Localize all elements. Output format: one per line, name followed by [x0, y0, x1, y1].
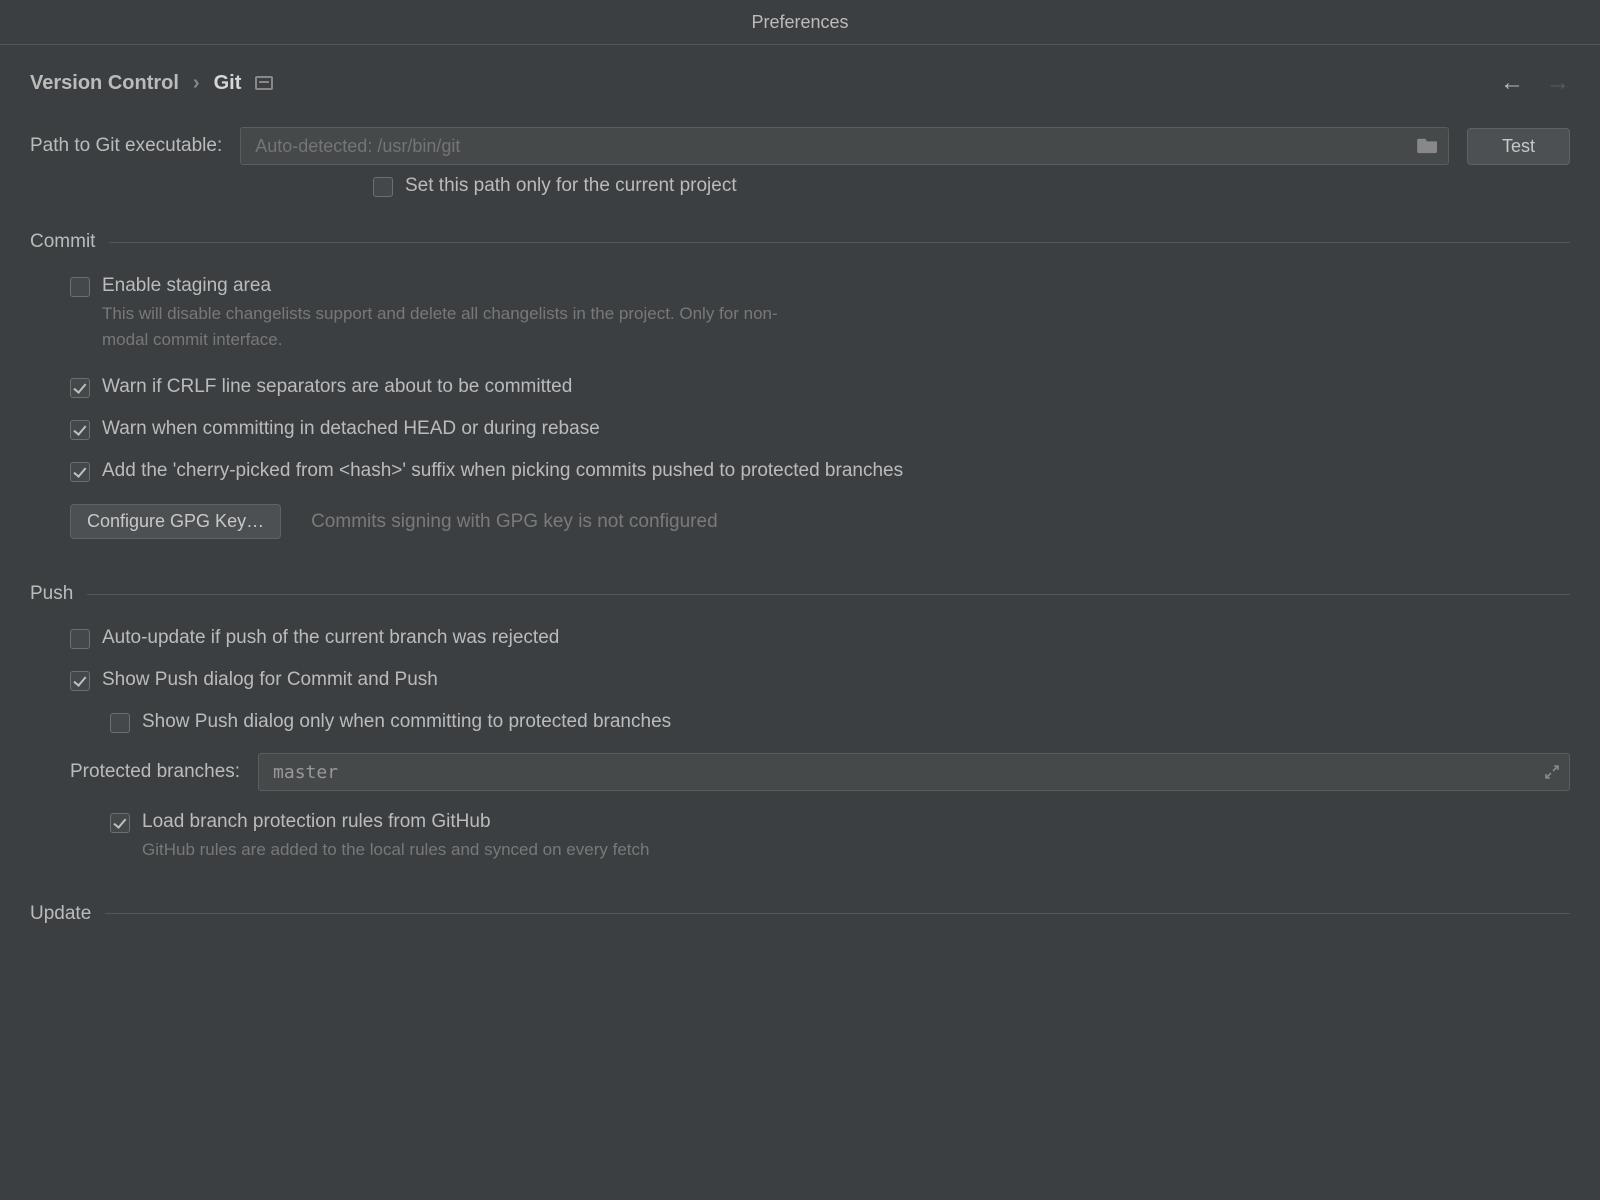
update-section-header: Update	[30, 903, 1570, 925]
breadcrumb: Version Control › Git ← →	[30, 71, 1570, 95]
breadcrumb-current: Git	[214, 72, 242, 95]
enable-staging-row: Enable staging area This will disable ch…	[70, 275, 1570, 352]
commit-section-header: Commit	[30, 231, 1570, 253]
warn-detached-checkbox[interactable]	[70, 420, 90, 440]
set-path-project-checkbox[interactable]	[373, 177, 393, 197]
auto-update-row: Auto-update if push of the current branc…	[70, 627, 1570, 649]
git-path-input[interactable]	[240, 127, 1449, 165]
protected-branches-row: Protected branches:	[70, 753, 1570, 791]
configure-gpg-button[interactable]: Configure GPG Key…	[70, 504, 281, 539]
load-github-rules-label: Load branch protection rules from GitHub	[142, 811, 491, 832]
show-push-dialog-label: Show Push dialog for Commit and Push	[102, 669, 438, 691]
git-path-input-wrapper	[240, 127, 1449, 165]
window-title: Preferences	[751, 12, 848, 33]
divider	[109, 242, 1570, 243]
show-push-dialog-checkbox[interactable]	[70, 671, 90, 691]
show-push-dialog-row: Show Push dialog for Commit and Push	[70, 669, 1570, 691]
warn-detached-row: Warn when committing in detached HEAD or…	[70, 418, 1570, 440]
warn-detached-label: Warn when committing in detached HEAD or…	[102, 418, 600, 440]
commit-section-title: Commit	[30, 231, 95, 253]
load-github-rules-checkbox[interactable]	[110, 813, 130, 833]
load-github-rules-hint: GitHub rules are added to the local rule…	[142, 837, 649, 863]
window-titlebar: Preferences	[0, 0, 1600, 45]
load-github-rules-row: Load branch protection rules from GitHub…	[110, 811, 1570, 863]
cherry-pick-suffix-row: Add the 'cherry-picked from <hash>' suff…	[70, 460, 1570, 482]
git-path-label: Path to Git executable:	[30, 135, 222, 157]
gpg-row: Configure GPG Key… Commits signing with …	[70, 504, 1570, 539]
protected-branches-input[interactable]	[258, 753, 1570, 791]
show-push-only-protected-checkbox[interactable]	[110, 713, 130, 733]
auto-update-checkbox[interactable]	[70, 629, 90, 649]
push-section-title: Push	[30, 583, 73, 605]
git-path-row: Path to Git executable: Test	[30, 127, 1570, 165]
protected-branches-label: Protected branches:	[70, 761, 240, 783]
divider	[105, 913, 1570, 914]
auto-update-label: Auto-update if push of the current branc…	[102, 627, 559, 649]
project-scope-icon	[255, 76, 273, 90]
enable-staging-checkbox[interactable]	[70, 277, 90, 297]
set-path-project-row: Set this path only for the current proje…	[373, 175, 1570, 197]
preferences-content: Version Control › Git ← → Path to Git ex…	[0, 45, 1600, 925]
expand-editor-icon[interactable]	[1544, 764, 1560, 780]
nav-back-button[interactable]: ←	[1500, 71, 1524, 95]
browse-folder-icon[interactable]	[1417, 136, 1441, 156]
breadcrumb-parent[interactable]: Version Control	[30, 72, 179, 95]
set-path-project-label: Set this path only for the current proje…	[405, 175, 737, 197]
enable-staging-label: Enable staging area	[102, 275, 271, 296]
warn-crlf-checkbox[interactable]	[70, 378, 90, 398]
warn-crlf-label: Warn if CRLF line separators are about t…	[102, 376, 572, 398]
nav-forward-button: →	[1546, 71, 1570, 95]
gpg-status-text: Commits signing with GPG key is not conf…	[311, 511, 718, 533]
test-button[interactable]: Test	[1467, 128, 1570, 165]
show-push-only-protected-row: Show Push dialog only when committing to…	[110, 711, 1570, 733]
show-push-only-protected-label: Show Push dialog only when committing to…	[142, 711, 671, 733]
protected-branches-input-wrapper	[258, 753, 1570, 791]
nav-arrows: ← →	[1500, 71, 1570, 95]
enable-staging-hint: This will disable changelists support an…	[102, 301, 822, 352]
cherry-pick-suffix-checkbox[interactable]	[70, 462, 90, 482]
update-section-title: Update	[30, 903, 91, 925]
warn-crlf-row: Warn if CRLF line separators are about t…	[70, 376, 1570, 398]
push-section-header: Push	[30, 583, 1570, 605]
chevron-right-icon: ›	[193, 72, 200, 95]
divider	[87, 594, 1570, 595]
cherry-pick-suffix-label: Add the 'cherry-picked from <hash>' suff…	[102, 460, 903, 482]
